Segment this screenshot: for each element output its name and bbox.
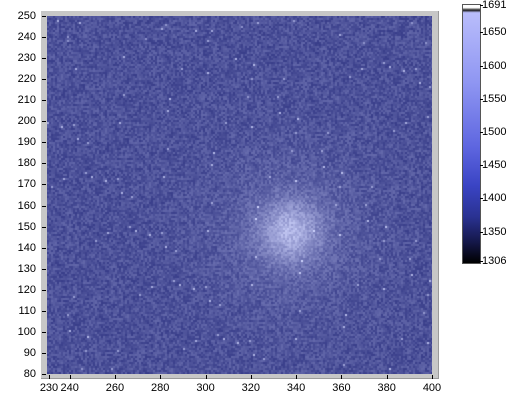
y-tick-mark <box>42 289 46 291</box>
x-tick-mark <box>296 375 298 379</box>
color-scale-label: 1306 <box>482 255 507 267</box>
y-tick-mark <box>42 79 46 81</box>
color-scale-tick <box>480 98 483 100</box>
y-tick-mark <box>42 16 46 17</box>
y-tick-mark <box>42 205 46 207</box>
y-tick-label: 200 <box>17 115 36 128</box>
y-tick-mark <box>42 268 46 270</box>
x-tick-label: 300 <box>196 382 215 394</box>
color-scale: 1691 1650 1600 1550 1500 1450 1400 1350 1306 <box>458 0 514 268</box>
color-scale-label: 1550 <box>482 92 507 105</box>
color-scale-tick <box>480 198 483 200</box>
color-scale-label: 1350 <box>482 225 507 238</box>
x-tick-mark <box>432 375 433 379</box>
y-tick-label: 120 <box>17 283 36 296</box>
x-tick-mark <box>341 375 343 379</box>
x-tick-mark <box>205 375 207 379</box>
y-tick-mark <box>42 247 46 249</box>
intensity-graph: 80 90 100 110 120 130 140 150 160 170 180 190 200 210… <box>0 0 455 400</box>
color-scale-label: 1450 <box>482 159 507 172</box>
y-tick-mark <box>42 226 46 228</box>
x-tick-label: 280 <box>151 382 170 394</box>
y-tick-label: 180 <box>17 157 36 170</box>
x-tick-label: 320 <box>241 382 260 394</box>
y-tick-label: 160 <box>17 199 36 212</box>
y-tick-label: 90 <box>23 346 36 359</box>
color-scale-label: 1600 <box>482 59 507 72</box>
y-tick-mark <box>42 163 46 165</box>
y-tick-mark <box>42 331 46 333</box>
x-tick-mark <box>160 375 162 379</box>
y-tick-mark <box>42 58 46 60</box>
y-tick-label: 170 <box>17 178 36 191</box>
x-tick-mark <box>49 375 50 379</box>
y-tick-label: 230 <box>17 52 36 65</box>
color-scale-label: 1691 <box>482 0 507 11</box>
y-tick-label: 250 <box>17 10 36 22</box>
color-scale-tick <box>480 261 483 262</box>
x-tick-label: 240 <box>60 382 79 394</box>
y-tick-mark <box>42 121 46 123</box>
y-tick-label: 210 <box>17 94 36 107</box>
y-tick-mark <box>42 352 46 354</box>
y-tick-label: 240 <box>17 31 36 44</box>
y-tick-mark <box>42 100 46 102</box>
x-tick-label: 380 <box>377 382 396 394</box>
color-scale-tick <box>480 132 483 133</box>
color-scale-tick <box>480 5 483 6</box>
x-tick-mark <box>386 375 388 379</box>
y-tick-label: 190 <box>17 136 36 149</box>
y-tick-mark <box>42 142 46 144</box>
y-tick-label: 130 <box>17 262 36 275</box>
x-tick-label: 340 <box>286 382 306 394</box>
y-tick-label: 150 <box>17 220 36 233</box>
color-ramp[interactable] <box>462 4 481 264</box>
color-scale-tick <box>480 231 483 233</box>
x-tick-mark <box>69 375 71 379</box>
intensity-plot-area[interactable] <box>47 16 432 374</box>
color-scale-tick <box>480 65 483 67</box>
y-tick-label: 80 <box>23 368 36 380</box>
heatmap-image <box>47 16 432 374</box>
y-tick-label: 140 <box>17 241 36 254</box>
x-tick-label: 260 <box>105 382 125 394</box>
y-tick-label: 100 <box>17 325 36 338</box>
y-tick-mark <box>42 310 46 312</box>
color-scale-label: 1500 <box>482 126 507 138</box>
color-scale-label: 1400 <box>482 192 507 205</box>
y-tick-label: 110 <box>18 304 36 317</box>
y-tick-mark <box>42 37 46 39</box>
x-tick-mark <box>114 375 116 379</box>
color-scale-tick <box>480 32 483 34</box>
x-tick-label: 400 <box>422 382 442 394</box>
color-scale-tick <box>480 165 483 167</box>
y-tick-label: 220 <box>17 73 36 86</box>
x-tick-mark <box>250 375 252 379</box>
y-tick-mark <box>42 184 46 186</box>
color-scale-label: 1650 <box>482 26 507 39</box>
x-tick-label: 360 <box>332 382 351 394</box>
y-tick-mark <box>42 374 46 375</box>
